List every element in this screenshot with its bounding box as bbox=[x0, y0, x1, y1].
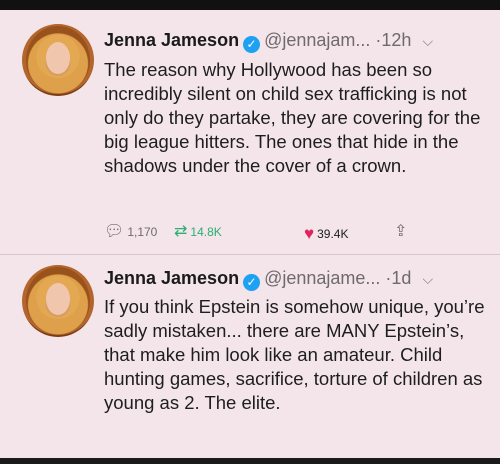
bottom-frame-bar bbox=[0, 458, 500, 464]
tweet-text: The reason why Hollywood has been so inc… bbox=[104, 59, 481, 176]
verified-badge-icon: ✓ bbox=[243, 274, 261, 291]
tweet-text: If you think Epstein is somehow unique, … bbox=[104, 296, 485, 413]
retweet-icon: ⇄ bbox=[174, 223, 188, 240]
share-button[interactable]: ⇪ bbox=[394, 224, 407, 240]
reply-button[interactable]: 💬︎ 1,170 bbox=[104, 224, 157, 240]
author-name[interactable]: Jenna Jameson bbox=[104, 30, 239, 50]
author-handle[interactable]: @jennajame... bbox=[264, 268, 380, 288]
tweet-card[interactable]: Jenna Jameson ✓ @jennajame... ·1d ⌵ If you… bbox=[0, 255, 500, 458]
reply-icon: 💬︎ bbox=[104, 223, 125, 240]
reply-count: 1,170 bbox=[127, 225, 158, 239]
chevron-down-icon[interactable]: ⌵ bbox=[422, 33, 433, 49]
tweet-actions: 💬︎ 1,170 ⇄ 14.8K ♥ 39.4K ⇪ bbox=[104, 224, 434, 248]
tweet-header: Jenna Jameson ✓ @jennajame... ·1d ⌵ bbox=[104, 268, 488, 296]
like-count: 39.4K bbox=[317, 227, 349, 241]
retweet-button[interactable]: ⇄ 14.8K bbox=[174, 224, 222, 240]
verified-badge-icon: ✓ bbox=[243, 36, 261, 53]
avatar[interactable] bbox=[22, 24, 94, 96]
timestamp[interactable]: 1d bbox=[391, 268, 411, 288]
author-name[interactable]: Jenna Jameson bbox=[104, 268, 239, 288]
tweet-header: Jenna Jameson ✓ @jennajam... ·12h ⌵ bbox=[104, 30, 488, 58]
avatar-face bbox=[46, 42, 70, 74]
top-frame-bar bbox=[0, 0, 500, 10]
like-button[interactable]: ♥ 39.4K bbox=[304, 224, 348, 244]
avatar[interactable] bbox=[22, 265, 94, 337]
retweet-count: 14.8K bbox=[190, 225, 222, 239]
heart-icon: ♥ bbox=[304, 224, 315, 243]
timestamp[interactable]: 12h bbox=[381, 30, 411, 50]
chevron-down-icon[interactable]: ⌵ bbox=[422, 271, 433, 287]
avatar-face bbox=[46, 283, 70, 315]
share-icon: ⇪ bbox=[394, 223, 408, 240]
author-handle[interactable]: @jennajam... bbox=[264, 30, 370, 50]
tweet-card[interactable]: Jenna Jameson ✓ @jennajam... ·12h ⌵ The re… bbox=[0, 10, 500, 254]
